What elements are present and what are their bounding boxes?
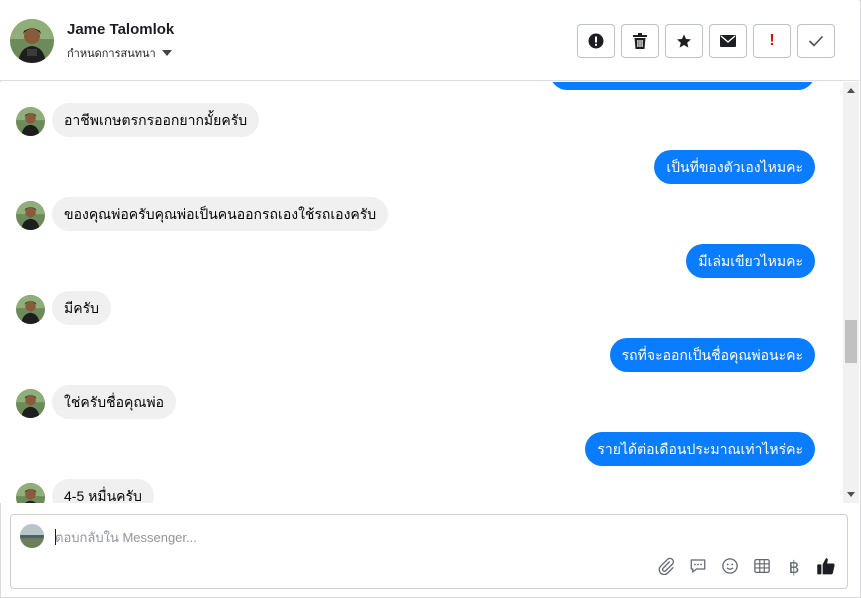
thread-scrollbar[interactable] <box>843 82 859 503</box>
composer-toolbar: ฿ <box>654 556 838 580</box>
conversation-header: Jame Talomlok กำหนดการสนทนา ! <box>0 0 859 81</box>
message-thread[interactable]: อาชีพเกษตรกรออกยากมั้ยครับเป็นที่ของตัวเ… <box>0 82 843 503</box>
attach-file-button[interactable] <box>654 556 678 580</box>
contact-avatar-small <box>16 389 45 418</box>
message-bubble-incoming[interactable]: 4-5 หมื่นครับ <box>52 479 154 503</box>
smiley-icon <box>721 557 739 580</box>
message-row-outgoing: รายได้ต่อเดือนประมาณเท่าไหร่คะ <box>0 432 843 466</box>
message-bubble-outgoing[interactable]: รถที่จะออกเป็นชื่อคุณพ่อนะคะ <box>609 338 815 372</box>
message-row-incoming: 4-5 หมื่นครับ <box>0 479 843 503</box>
mark-done-button[interactable] <box>797 24 835 58</box>
mark-spam-button[interactable]: ! <box>753 24 791 58</box>
message-row-outgoing: รถที่จะออกเป็นชื่อคุณพ่อนะคะ <box>0 338 843 372</box>
baht-icon: ฿ <box>788 558 800 578</box>
info-icon <box>588 33 604 49</box>
message-bubble-outgoing[interactable]: รายได้ต่อเดือนประมาณเท่าไหร่คะ <box>585 432 815 466</box>
speech-bubble-icon <box>689 557 707 580</box>
contact-avatar[interactable] <box>10 19 54 63</box>
message-bubble-incoming[interactable]: ของคุณพ่อครับคุณพ่อเป็นคนออกรถเองใช้รถเอ… <box>52 197 389 231</box>
conversation-settings-label: กำหนดการสนทนา <box>67 48 156 60</box>
star-button[interactable] <box>665 24 703 58</box>
mark-unread-button[interactable] <box>709 24 747 58</box>
caret-down-icon <box>161 50 172 56</box>
saved-replies-button[interactable] <box>686 556 710 580</box>
message-row-incoming: มีครับ <box>0 291 843 325</box>
scrollbar-thumb[interactable] <box>845 320 857 363</box>
message-row-incoming: อาชีพเกษตรกรออกยากมั้ยครับ <box>0 103 843 137</box>
table-icon <box>753 557 771 580</box>
message-row-incoming: ใช่ครับชื่อคุณพ่อ <box>0 385 843 419</box>
message-row-outgoing: มีเล่มเขียวไหมคะ <box>0 244 843 278</box>
page-avatar <box>20 524 44 548</box>
envelope-icon <box>720 35 736 47</box>
exclamation-icon: ! <box>769 32 775 49</box>
emoji-button[interactable] <box>718 556 742 580</box>
reply-composer: ฿ <box>10 514 848 589</box>
like-button[interactable] <box>814 556 838 580</box>
conversation-settings-dropdown[interactable]: กำหนดการสนทนา <box>67 44 172 62</box>
message-row-incoming: ของคุณพ่อครับคุณพ่อเป็นคนออกรถเองใช้รถเอ… <box>0 197 843 231</box>
check-icon <box>808 35 824 47</box>
paperclip-icon <box>657 557 675 580</box>
message-bubble-incoming[interactable]: มีครับ <box>52 291 111 325</box>
reply-input[interactable] <box>55 526 655 548</box>
star-icon <box>676 33 692 49</box>
message-row-outgoing: เป็นที่ของตัวเองไหมคะ <box>0 150 843 184</box>
message-bubble-incoming[interactable]: ใช่ครับชื่อคุณพ่อ <box>52 385 177 419</box>
scroll-up-arrow-icon[interactable] <box>847 88 855 93</box>
message-bubble-outgoing[interactable]: เป็นที่ของตัวเองไหมคะ <box>654 150 815 184</box>
scroll-down-arrow-icon[interactable] <box>847 492 855 497</box>
message-bubble-outgoing[interactable]: มีเล่มเขียวไหมคะ <box>686 244 815 278</box>
contact-avatar-small <box>16 483 45 503</box>
info-button[interactable] <box>577 24 615 58</box>
message-bubble-incoming[interactable]: อาชีพเกษตรกรออกยากมั้ยครับ <box>52 103 260 137</box>
conversation-actions: ! <box>577 24 835 58</box>
contact-name: Jame Talomlok <box>67 21 175 38</box>
thumbs-up-icon <box>816 556 836 581</box>
trash-icon <box>633 33 647 49</box>
delete-button[interactable] <box>621 24 659 58</box>
payment-button[interactable]: ฿ <box>782 556 806 580</box>
appointment-button[interactable] <box>750 556 774 580</box>
message-bubble-outgoing-partial <box>550 82 815 90</box>
contact-avatar-small <box>16 295 45 324</box>
text-cursor <box>55 529 56 545</box>
contact-avatar-small <box>16 107 45 136</box>
contact-avatar-small <box>16 201 45 230</box>
